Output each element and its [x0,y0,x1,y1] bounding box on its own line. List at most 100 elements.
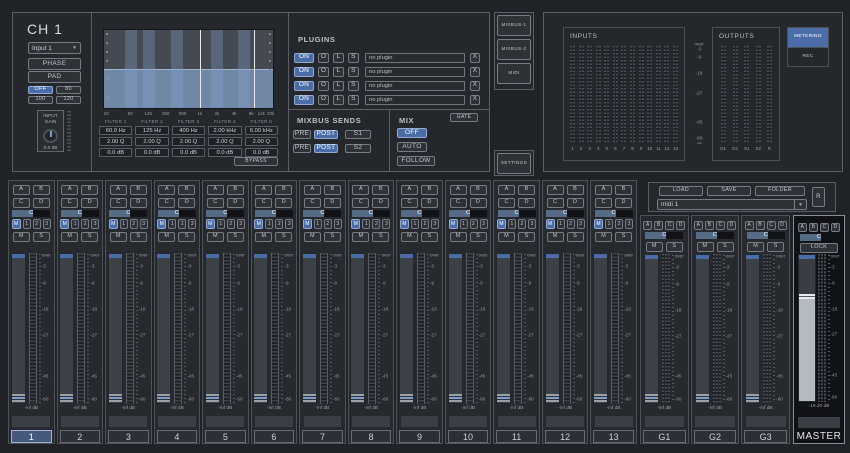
group-name-input[interactable] [645,416,685,427]
lock-button[interactable]: LOCK [800,243,838,253]
pad-button[interactable]: PAD [28,71,81,83]
layer-a-button[interactable]: A [110,185,127,195]
plugin-o-button[interactable]: O [318,95,329,105]
input-select[interactable]: Input 1 ▼ [28,42,81,54]
send-post-button[interactable]: POST [314,144,338,153]
layer-d-button[interactable]: D [372,198,389,208]
strip-send-2-button[interactable]: 2 [227,219,235,229]
channel-name-input[interactable] [206,416,244,427]
strip-send-1-button[interactable]: 1 [557,219,565,229]
channel-fader[interactable] [448,253,463,404]
layer-b-button[interactable]: B [615,185,632,195]
channel-name-input[interactable] [158,416,196,427]
strip-send-2-button[interactable]: 2 [470,219,478,229]
strip-send-1-button[interactable]: 1 [217,219,225,229]
channel-fader[interactable] [399,253,414,404]
plugin-on-button[interactable]: ON [294,81,314,91]
layer-a-button[interactable]: A [13,185,30,195]
phantom-100-button[interactable]: 100 [28,96,53,104]
plugin-name-slot[interactable]: no plugin [365,95,465,105]
layer-a-button[interactable]: A [450,185,467,195]
strip-send-1-button[interactable]: 1 [460,219,468,229]
strip-send-1-button[interactable]: 1 [411,219,419,229]
channel-select-7[interactable]: 7 [302,430,343,443]
strip-send-3-button[interactable]: 3 [382,219,390,229]
folder-button[interactable]: FOLDER [755,186,805,196]
send-pre-button[interactable]: PRE [293,144,311,153]
layer-c-button[interactable]: C [207,198,224,208]
fader-handle[interactable] [645,394,658,402]
solo-button[interactable]: S [615,232,632,242]
channel-select-8[interactable]: 8 [351,430,392,443]
channel-select-4[interactable]: 4 [157,430,198,443]
layer-d-button[interactable]: D [33,198,50,208]
mute-button[interactable]: M [352,232,369,242]
layer-c-button[interactable]: C [304,198,321,208]
channel-name-input[interactable] [304,416,342,427]
layer-b-button[interactable]: B [567,185,584,195]
filter-frequency-value[interactable]: 400 Hz [172,126,205,135]
channel-name-input[interactable] [255,416,293,427]
tab-settings[interactable]: SETTINGS [497,153,531,174]
channel-fader[interactable] [545,253,560,404]
layer-c-button[interactable]: C [547,198,564,208]
solo-button[interactable]: S [227,232,244,242]
channel-select-11[interactable]: 11 [496,430,537,443]
plugin-remove-button[interactable]: X [470,53,480,63]
bus-assign-bar[interactable]: C [206,210,244,217]
fader-handle[interactable] [449,394,462,402]
preset-select[interactable]: midi 1 ▼ [657,199,807,210]
plugin-remove-button[interactable]: X [470,67,480,77]
layer-a-button[interactable]: A [401,185,418,195]
mute-button[interactable]: M [747,242,764,252]
layer-b-button[interactable]: B [809,223,818,232]
layer-c-button[interactable]: C [595,198,612,208]
channel-name-input[interactable] [61,416,99,427]
send-bus-button[interactable]: S1 [345,130,371,139]
gate-button[interactable]: GATE [450,113,478,122]
layer-b-button[interactable]: B [130,185,147,195]
layer-d-button[interactable]: D [567,198,584,208]
save-button[interactable]: SAVE [707,186,751,196]
strip-mono-button[interactable]: M [546,219,555,229]
layer-c-button[interactable]: C [820,223,829,232]
load-button[interactable]: LOAD [659,186,703,196]
solo-button[interactable]: S [372,232,389,242]
fader-handle[interactable] [546,394,559,402]
filter-q-value[interactable]: 2.00 Q [135,137,168,146]
solo-button[interactable]: S [81,232,98,242]
rec-button[interactable]: REC [788,47,828,66]
filter-gain-value[interactable]: 0.0 dB [245,148,278,157]
bus-assign-bar[interactable]: C [546,210,584,217]
bus-assign-bar[interactable]: C [645,232,683,239]
plugin-o-button[interactable]: O [318,81,329,91]
channel-fader[interactable] [156,253,171,404]
filter-gain-value[interactable]: 0.0 dB [135,148,168,157]
layer-b-button[interactable]: B [178,185,195,195]
layer-d-button[interactable]: D [778,221,787,230]
mute-button[interactable]: M [304,232,321,242]
strip-send-3-button[interactable]: 3 [91,219,99,229]
channel-name-input[interactable] [498,416,536,427]
mute-button[interactable]: M [450,232,467,242]
mute-button[interactable]: M [595,232,612,242]
send-post-button[interactable]: POST [314,130,338,139]
layer-c-button[interactable]: C [13,198,30,208]
strip-mono-button[interactable]: M [12,219,21,229]
strip-mono-button[interactable]: M [109,219,118,229]
fader-handle[interactable] [109,394,122,402]
channel-fader[interactable] [205,253,220,404]
mix-auto-button[interactable]: AUTO [397,142,427,152]
layer-c-button[interactable]: C [767,221,776,230]
strip-mono-button[interactable]: M [351,219,360,229]
fader-handle[interactable] [60,394,73,402]
bus-assign-bar[interactable]: C [352,210,390,217]
filter-gain-value[interactable]: 0.0 dB [172,148,205,157]
strip-send-3-button[interactable]: 3 [431,219,439,229]
channel-fader[interactable] [496,253,511,404]
strip-send-2-button[interactable]: 2 [567,219,575,229]
strip-send-3-button[interactable]: 3 [237,219,245,229]
strip-send-3-button[interactable]: 3 [334,219,342,229]
solo-button[interactable]: S [717,242,734,252]
mix-off-button[interactable]: OFF [397,128,427,138]
